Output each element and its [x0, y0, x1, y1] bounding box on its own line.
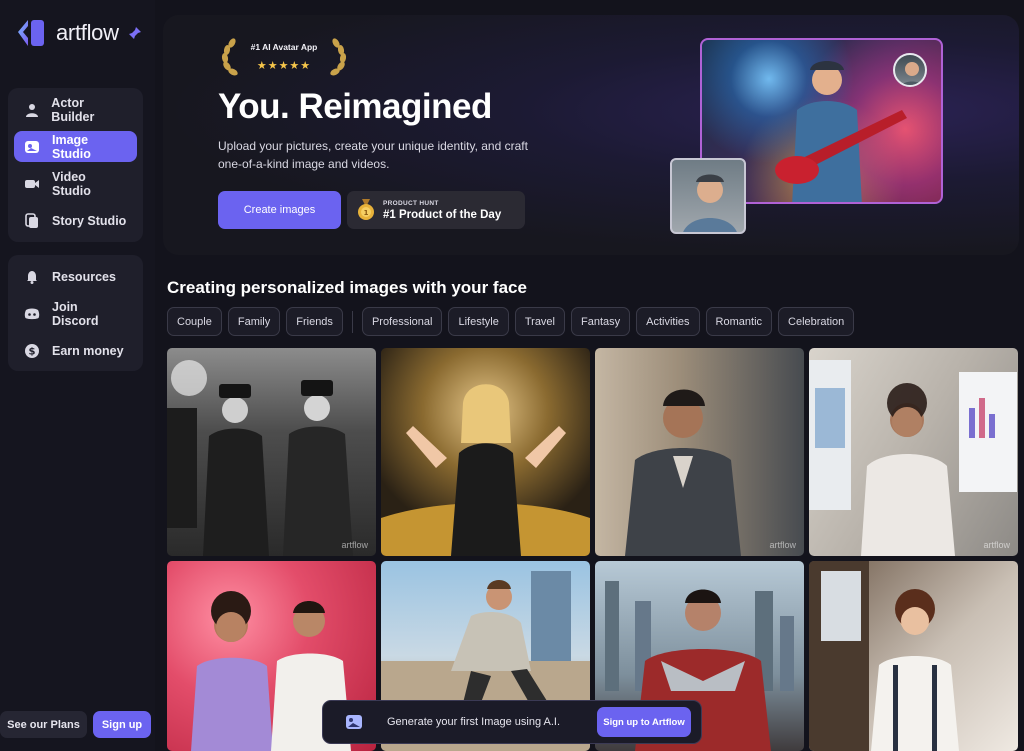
chip-divider: [351, 310, 353, 333]
chip-activities[interactable]: Activities: [636, 307, 700, 336]
svg-text:$: $: [29, 346, 36, 357]
nav-earn-money[interactable]: $ Earn money: [14, 335, 137, 366]
nav-label: Video Studio: [52, 169, 91, 198]
nav-resources[interactable]: Resources: [14, 261, 137, 292]
award-badge: #1 AI Avatar App ★★★★★: [218, 37, 350, 81]
chip-family[interactable]: Family: [227, 307, 281, 336]
chip-fantasy[interactable]: Fantasy: [571, 307, 631, 336]
artflow-logo-icon: [18, 20, 44, 46]
brand-name: artflow: [56, 20, 119, 45]
watermark: artflow: [769, 540, 796, 550]
hero-banner: #1 AI Avatar App ★★★★★ You. Reimagined U…: [163, 15, 1019, 255]
category-filters: Couple Family Friends Professional Lifes…: [167, 307, 855, 336]
product-hunt-label: PRODUCT HUNT: [383, 199, 439, 207]
nav-label: Join Discord: [52, 299, 99, 328]
nav-label: Story Studio: [52, 213, 127, 228]
bell-icon: [24, 269, 40, 285]
secondary-nav: Resources Join Discord $ Earn money: [8, 255, 143, 371]
discord-icon: [24, 306, 40, 322]
nav-story-studio[interactable]: Story Studio: [14, 205, 137, 236]
pin-icon[interactable]: [128, 26, 142, 40]
product-hunt-badge[interactable]: 1 PRODUCT HUNT #1 Product of the Day: [347, 191, 525, 229]
watermark: artflow: [341, 540, 368, 550]
nav-join-discord[interactable]: Join Discord: [14, 298, 137, 329]
avatar-thumbnail: [893, 53, 927, 87]
medal-icon: 1: [358, 199, 374, 220]
chip-romantic[interactable]: Romantic: [705, 307, 773, 336]
nav-actor-builder[interactable]: Actor Builder: [14, 94, 137, 125]
chip-friends[interactable]: Friends: [286, 307, 343, 336]
signup-artflow-button[interactable]: Sign up to Artflow: [597, 707, 691, 737]
story-icon: [24, 212, 40, 229]
brand-logo[interactable]: artflow: [14, 18, 119, 48]
watermark: artflow: [983, 540, 1010, 550]
laurel-right-icon: [330, 38, 347, 76]
nav-video-studio[interactable]: Video Studio: [14, 168, 137, 199]
banner-text: Generate your first Image using A.I.: [387, 716, 561, 728]
gallery-image-celebration[interactable]: [381, 348, 590, 556]
nav-label: Image Studio: [52, 132, 91, 161]
chip-celebration[interactable]: Celebration: [778, 307, 855, 336]
nav-label: Earn money: [52, 343, 124, 358]
sidebar: artflow Actor Builder Image Studio Video…: [0, 0, 155, 751]
product-hunt-title: #1 Product of the Day: [383, 208, 502, 221]
chip-couple[interactable]: Couple: [167, 307, 222, 336]
hero-subtitle: Upload your pictures, create your unique…: [218, 139, 528, 171]
video-camera-icon: [24, 176, 40, 192]
image-icon: [346, 715, 362, 729]
hero-title: You. Reimagined: [218, 87, 492, 126]
gallery-image-couple[interactable]: artflow: [167, 348, 376, 556]
gallery-image-lifestyle[interactable]: [809, 561, 1018, 751]
see-plans-button[interactable]: See our Plans: [0, 711, 87, 738]
dollar-icon: $: [24, 343, 40, 359]
image-studio-icon: [24, 139, 40, 155]
gallery-image-professional-man[interactable]: artflow: [595, 348, 804, 556]
nav-label: Resources: [52, 269, 116, 284]
sidebar-signup-button[interactable]: Sign up: [93, 711, 151, 738]
svg-text:1: 1: [364, 209, 369, 217]
chip-professional[interactable]: Professional: [361, 307, 443, 336]
primary-nav: Actor Builder Image Studio Video Studio …: [8, 88, 143, 242]
signup-banner: Generate your first Image using A.I. Sig…: [322, 700, 702, 744]
chip-travel[interactable]: Travel: [514, 307, 565, 336]
nav-image-studio[interactable]: Image Studio: [14, 131, 137, 162]
section-title: Creating personalized images with your f…: [167, 278, 527, 297]
nav-label: Actor Builder: [51, 95, 95, 124]
chip-lifestyle[interactable]: Lifestyle: [448, 307, 509, 336]
create-images-button[interactable]: Create images: [218, 191, 341, 229]
gallery-image-professional-woman[interactable]: artflow: [809, 348, 1018, 556]
source-face-thumbnail: [670, 158, 746, 234]
person-icon: [24, 102, 39, 118]
